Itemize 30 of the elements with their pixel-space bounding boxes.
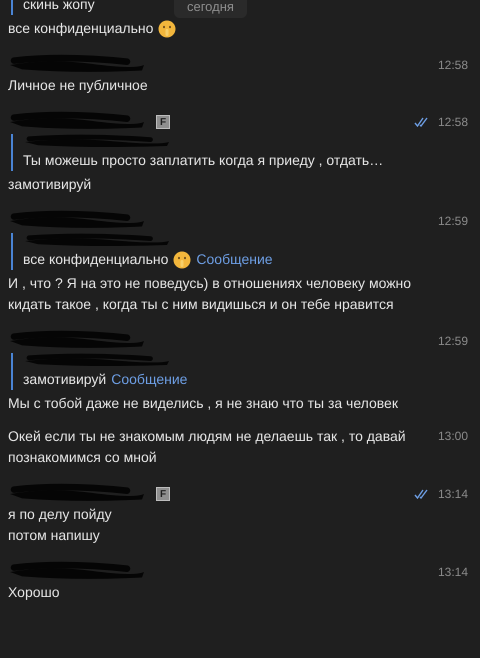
reply-quote[interactable]: замотивируй Сообщение xyxy=(11,353,468,390)
reply-quote[interactable]: все конфиденциально Сообщение xyxy=(11,233,468,270)
message-time: 13:00 xyxy=(438,428,468,445)
message-time: 13:14 xyxy=(438,565,468,579)
message-text: И , что ? Я на это не поведусь) в отношениях человеку можно xyxy=(8,274,412,293)
reply-quote[interactable]: Ты можешь просто заплатить когда я приеду , отдать… xyxy=(11,134,468,171)
message-link[interactable]: Сообщение xyxy=(196,249,273,270)
message-time: 12:58 xyxy=(438,115,468,129)
message-text: Хорошо xyxy=(8,583,60,602)
message-time: 12:58 xyxy=(438,58,468,72)
quoted-text: замотивируй xyxy=(23,370,106,389)
message-text: все конфиденциально xyxy=(8,19,154,38)
sender-badge: F xyxy=(156,487,170,501)
message-link[interactable]: Сообщение xyxy=(111,369,188,390)
message-text: замотивируй xyxy=(8,175,92,194)
message-time: 12:59 xyxy=(438,214,468,228)
message-text: Мы с тобой даже не виделись , я не знаю что ты за человек xyxy=(8,394,398,413)
quoted-text: все конфиденциально xyxy=(23,250,168,269)
message-text: Личное не публичное xyxy=(8,76,148,95)
quoted-text: скинь жопу xyxy=(23,0,95,14)
date-pill: сегодня xyxy=(174,0,247,18)
quoted-text: Ты можешь просто заплатить когда я приеду , отдать… xyxy=(23,151,384,170)
message-text: я по делу пойду xyxy=(8,505,112,524)
sender-badge: F xyxy=(156,115,170,129)
message-text: Окей если ты не знакомым людям не делаешь так , то давай xyxy=(8,427,406,446)
message-text: кидать такое , когда ты с ним видишься и он тебе нравится xyxy=(8,295,394,314)
message-text: потом напишу xyxy=(8,526,100,545)
message-time: 13:14 xyxy=(438,487,468,501)
message-text: познакомимся со мной xyxy=(8,448,157,467)
message-time: 12:59 xyxy=(438,334,468,348)
